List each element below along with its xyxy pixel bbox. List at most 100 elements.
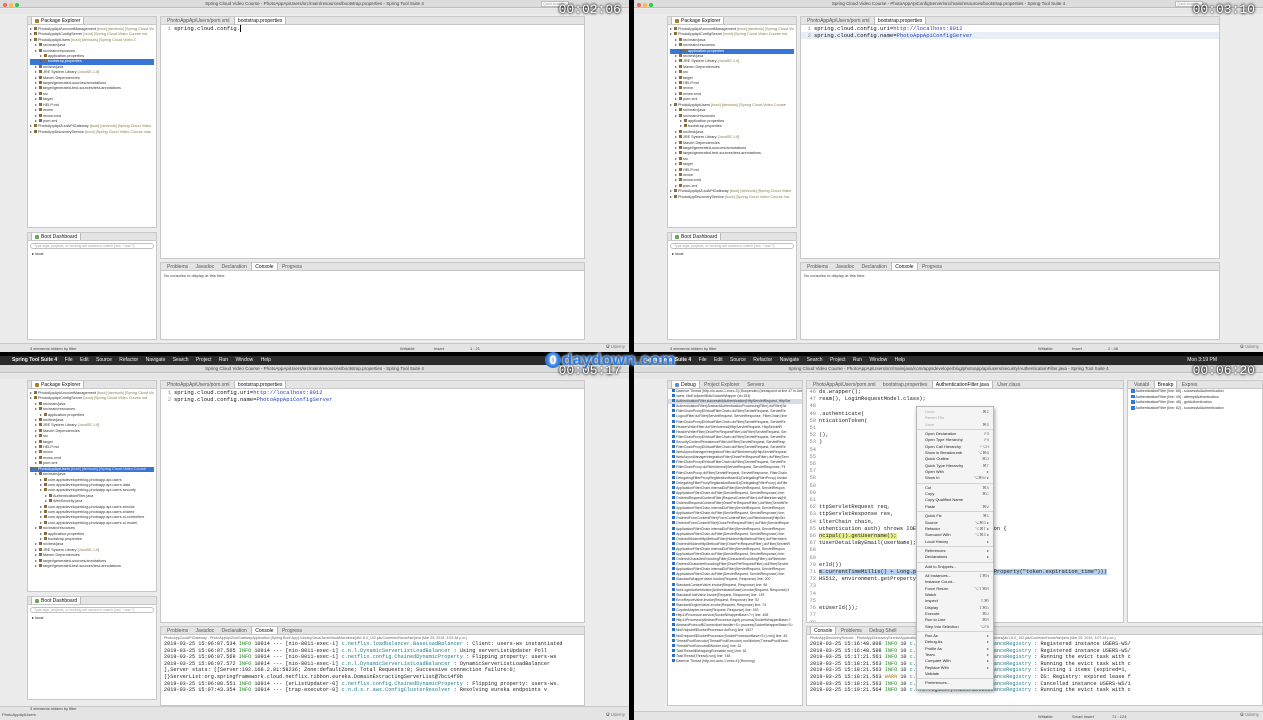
tab-problems[interactable]: Problems bbox=[838, 627, 865, 634]
console-line[interactable]: 2019-03-25 15:06:07.569 INFO 10914 --- [… bbox=[164, 654, 581, 661]
tab-authentication-filter[interactable]: AuthenticationFilter.java bbox=[931, 381, 993, 388]
code-line[interactable]: 1spring.cloud.config.​ bbox=[161, 25, 584, 32]
context-menu-item[interactable]: Preferences... bbox=[917, 680, 993, 686]
console-output[interactable]: PhotoAppZuulAPIGateway - PhotoAppApiZuul… bbox=[161, 635, 584, 695]
tab-expressions[interactable]: Expres bbox=[1179, 381, 1201, 388]
tree-item[interactable]: ▸ PhotoAppDiscoveryService [boot] [Spring… bbox=[30, 129, 154, 135]
tab-declaration[interactable]: Declaration bbox=[859, 263, 890, 270]
project-tree[interactable]: ▸ PhotoAppApiAccountManagement [boot] [de… bbox=[28, 389, 156, 571]
context-menu-item[interactable]: Declarations ▸ bbox=[917, 554, 993, 560]
tab-javadoc[interactable]: Javadoc bbox=[833, 263, 858, 270]
context-menu-item[interactable]: Add to Snippets... bbox=[917, 564, 993, 570]
checkbox-icon[interactable] bbox=[1131, 389, 1135, 393]
minimize-window-button[interactable] bbox=[643, 3, 647, 7]
tab-problems[interactable]: Problems bbox=[804, 263, 831, 270]
menu-project[interactable]: Project bbox=[830, 357, 846, 363]
tab-user-class[interactable]: User.class bbox=[994, 381, 1023, 388]
tab-pom-xml[interactable]: PhotoAppApiUsers/pom.xml bbox=[164, 381, 233, 388]
console-line[interactable]: 2019-03-25 15:06:07.534 INFO 10914 --- [… bbox=[164, 641, 581, 648]
tab-boot-dashboard[interactable]: Boot Dashboard bbox=[31, 233, 82, 240]
code-editor[interactable]: 1 spring.cloud.config.uri=http://localhos… bbox=[801, 25, 1219, 39]
console-line[interactable]: 2019-03-25 15:06:08.551 INFO 10914 --- [… bbox=[164, 681, 581, 688]
main-toolbar[interactable] bbox=[634, 9, 1263, 14]
close-window-button[interactable] bbox=[637, 3, 641, 7]
tab-progress[interactable]: Progress bbox=[279, 263, 305, 270]
stack-frame[interactable]: Daemon Thread [http-nio-auto-1-exec-4] (… bbox=[668, 658, 802, 664]
menu-help[interactable]: Help bbox=[895, 357, 905, 363]
tab-problems[interactable]: Problems bbox=[164, 263, 191, 270]
tab-progress[interactable]: Progress bbox=[919, 263, 945, 270]
menu-refactor[interactable]: Refactor bbox=[753, 357, 772, 363]
tab-bootstrap-properties[interactable]: bootstrap.properties bbox=[233, 381, 287, 388]
dashboard-filter-input[interactable]: Type tags, projects, or working set name… bbox=[30, 607, 154, 613]
console-line[interactable]: 2019-03-25 15:18:21.563 INFO 10 c.n.e.re… bbox=[810, 661, 1259, 668]
project-tree[interactable]: ▸ PhotoAppApiAccountManagement [boot] [de… bbox=[28, 25, 156, 137]
code-line[interactable]: 46 ds.wrapper(); bbox=[807, 389, 1123, 396]
checkbox-icon[interactable] bbox=[1131, 394, 1135, 399]
editor-context-menu[interactable]: Undo ⌘Z Revert File Save ⌘S Open Declaration F… bbox=[916, 406, 994, 690]
console-line[interactable]: ]}ServerList:org.springframework.cloud.n… bbox=[164, 674, 581, 681]
menu-search[interactable]: Search bbox=[173, 357, 189, 363]
tab-package-explorer[interactable]: Package Explorer bbox=[31, 17, 85, 24]
code-editor[interactable]: 1 spring.cloud.config.uri=http://localhos… bbox=[161, 389, 584, 403]
menu-help[interactable]: Help bbox=[261, 357, 271, 363]
tab-pom-xml[interactable]: PhotoAppApiUsers/pom.xml bbox=[804, 17, 873, 24]
close-window-button[interactable] bbox=[3, 3, 7, 7]
console-line[interactable]: 2019-03-25 15:07:43.354 INFO 10914 --- [… bbox=[164, 687, 581, 694]
code-line[interactable]: 2 spring.cloud.config.name=PhotoAppApiCon… bbox=[161, 396, 584, 403]
code-line[interactable]: 1 spring.cloud.config.uri=http://localhos… bbox=[801, 25, 1219, 32]
menu-run[interactable]: Run bbox=[853, 357, 862, 363]
menu-edit[interactable]: Edit bbox=[80, 357, 89, 363]
menu-search[interactable]: Search bbox=[807, 357, 823, 363]
console-line[interactable]: ],Server stats: [[Server:192.168.2.81:58… bbox=[164, 667, 581, 674]
code-line[interactable]: 1 spring.cloud.config.uri=http://localhos… bbox=[161, 389, 584, 396]
tab-console[interactable]: Console bbox=[251, 627, 278, 634]
menu-edit[interactable]: Edit bbox=[714, 357, 723, 363]
context-menu-item[interactable]: Paste ⌘V bbox=[917, 504, 993, 510]
console-line[interactable]: 2019-03-25 15:17:21.561 INFO 10 c.n.e.re… bbox=[810, 654, 1259, 661]
tab-problems[interactable]: Problems bbox=[164, 627, 191, 634]
console-line[interactable]: 2019-03-25 15:16:48.809 INFO 10 c.n.e.re… bbox=[810, 641, 1259, 648]
menu-project[interactable]: Project bbox=[196, 357, 212, 363]
tree-item[interactable]: ▸ target/generated-test-sources/test-anno… bbox=[30, 564, 154, 569]
main-toolbar[interactable] bbox=[0, 374, 629, 379]
context-menu-item[interactable]: Validate bbox=[917, 671, 993, 677]
breakpoint-list[interactable]: AuthenticationFilter [line: 66] - succes… bbox=[1128, 389, 1262, 412]
tab-package-explorer[interactable]: Package Explorer bbox=[31, 381, 85, 388]
console-line[interactable]: 2019-03-25 15:18:21.563 INFO 10 c.n.e.re… bbox=[810, 667, 1259, 674]
menu-file[interactable]: File bbox=[699, 357, 707, 363]
context-menu-item[interactable]: Show In ⌥⌘W ▸ bbox=[917, 475, 993, 481]
tab-variables[interactable]: Variabl bbox=[1131, 381, 1152, 388]
console-line[interactable]: 2019-03-25 15:06:07.572 INFO 10914 --- [… bbox=[164, 661, 581, 668]
tab-javadoc[interactable]: Javadoc bbox=[193, 263, 218, 270]
tab-breakpoints[interactable]: Breakp bbox=[1153, 381, 1178, 388]
tab-pom-xml[interactable]: PhotoAppApiUsers/pom.xml bbox=[810, 381, 879, 388]
menu-navigate[interactable]: Navigate bbox=[780, 357, 800, 363]
main-toolbar[interactable] bbox=[0, 9, 629, 14]
menu-window[interactable]: Window bbox=[869, 357, 887, 363]
checkbox-icon[interactable] bbox=[1131, 400, 1135, 404]
local-target[interactable]: ▸ local bbox=[668, 251, 796, 257]
context-menu-item[interactable]: Local History ▸ bbox=[917, 539, 993, 545]
tree-item[interactable]: ▸ PhotoAppDiscoveryService [boot] [Spring… bbox=[670, 194, 794, 200]
tab-debug[interactable]: Debug bbox=[671, 381, 700, 388]
breakpoint-item[interactable]: AuthenticationFilter [line: 62] - succes… bbox=[1128, 406, 1262, 412]
tab-pom-xml[interactable]: PhotoAppApiUsers/pom.xml bbox=[164, 17, 233, 24]
tab-boot-dashboard[interactable]: Boot Dashboard bbox=[671, 233, 722, 240]
menu-file[interactable]: File bbox=[65, 357, 73, 363]
menu-run[interactable]: Run bbox=[219, 357, 228, 363]
tab-declaration[interactable]: Declaration bbox=[219, 627, 250, 634]
menu-window[interactable]: Window bbox=[235, 357, 253, 363]
tab-progress[interactable]: Progress bbox=[279, 627, 305, 634]
console-line[interactable]: 2019-03-25 15:06:07.565 INFO 10914 --- [… bbox=[164, 648, 581, 655]
console-line[interactable]: 2019-03-25 15:18:21.563 WARN 10 c.n.e.re… bbox=[810, 674, 1259, 681]
tab-declaration[interactable]: Declaration bbox=[219, 263, 250, 270]
menu-navigate[interactable]: Navigate bbox=[146, 357, 166, 363]
local-target[interactable]: ▸ local bbox=[28, 615, 156, 621]
tab-package-explorer[interactable]: Package Explorer bbox=[671, 17, 725, 24]
local-target[interactable]: ▸ local bbox=[28, 251, 156, 257]
menu-source[interactable]: Source bbox=[730, 357, 746, 363]
code-line[interactable]: 47 ream(), LoginRequestModel.class); bbox=[807, 396, 1123, 403]
console-line[interactable]: 2019-03-25 15:18:21.563 INFO 10 c.n.e.re… bbox=[810, 681, 1259, 688]
dashboard-filter-input[interactable]: Type tags, projects, or working set name… bbox=[670, 243, 794, 249]
